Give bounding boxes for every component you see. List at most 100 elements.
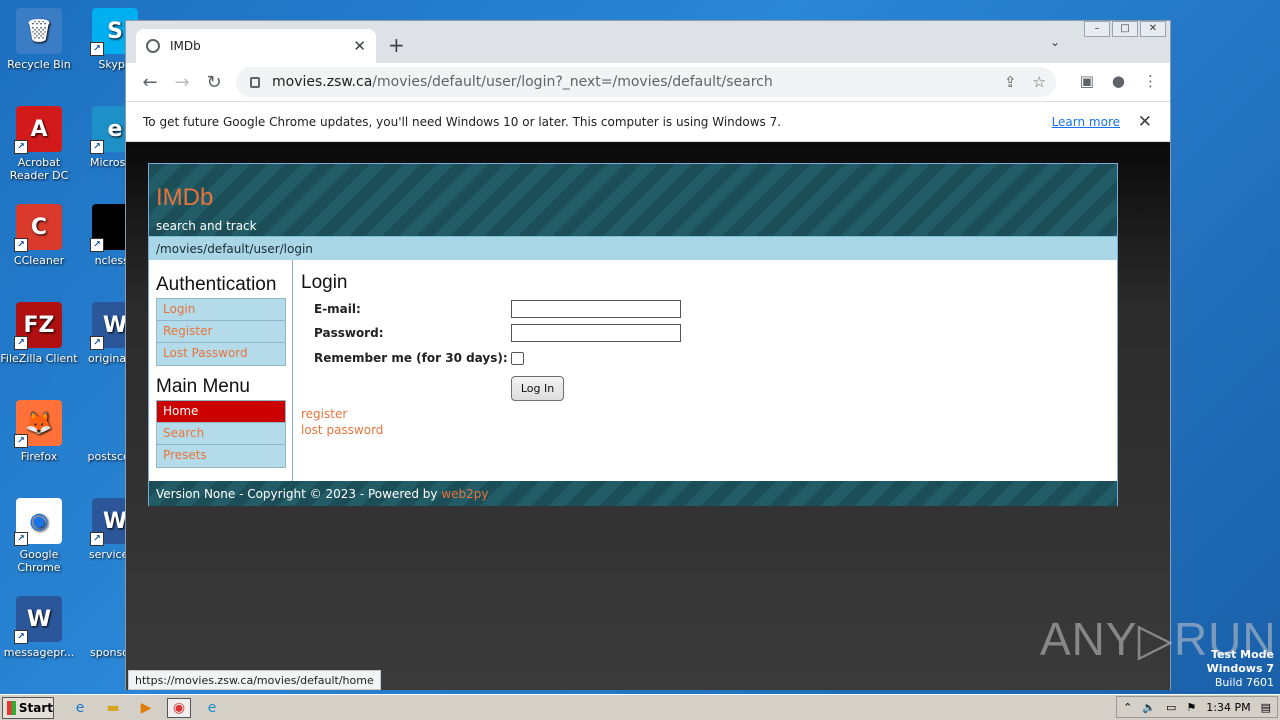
build-number: Build 7601 [1214,676,1274,689]
shortcut-arrow-icon: ↗ [90,42,104,56]
status-url: https://movies.zsw.ca/movies/default/hom… [128,670,381,690]
desktop-icon-label: Recycle Bin [7,58,71,71]
site-logo[interactable]: IMDb [156,184,213,212]
desktop-icon[interactable]: FZ ↗ FileZilla Client [0,302,78,365]
email-field[interactable] [511,300,681,318]
shortcut-arrow-icon: ↗ [14,532,28,546]
tab-close-icon[interactable]: ✕ [353,37,366,55]
page-title: Login [301,272,348,293]
clock[interactable]: 1:34 PM [1206,701,1250,714]
password-label: Password: [314,326,384,340]
page-viewport: IMDb search and track /movies/default/us… [126,142,1170,690]
ie-icon[interactable]: e [68,698,92,718]
menu-item-search[interactable]: Search [157,423,285,445]
learn-more-link[interactable]: Learn more [1052,115,1120,129]
share-icon[interactable]: ⇪ [1004,73,1017,91]
app-icon: A ↗ [14,106,62,154]
browser-window: IMDb ✕ + ⌄ – □ ✕ ← → ↻ movies.zsw.ca/mov… [125,20,1171,690]
desktop-icon[interactable]: 🗑 Recycle Bin [0,8,78,71]
password-field[interactable] [511,324,681,342]
desktop-icon-label: Firefox [20,450,58,463]
star-icon[interactable]: ☆ [1033,73,1046,91]
shortcut-arrow-icon: ↗ [14,336,28,350]
remember-checkbox[interactable] [511,351,524,365]
minimize-button[interactable]: – [1084,21,1110,37]
site-slogan: search and track [156,219,257,233]
start-button[interactable]: Start [2,696,54,719]
app-icon: ◉ ↗ [14,498,62,546]
url-host: movies.zsw.ca [272,74,373,90]
volume-icon[interactable]: 🔈 [1142,701,1156,714]
taskbar: Start e ▬ ▶ ◉ e ⌃ 🔈 ▭ ⚑ 1:34 PM ▤ [0,694,1280,720]
shortcut-arrow-icon: ↗ [90,238,104,252]
menu-item-register[interactable]: Register [157,321,285,343]
menu-item-home[interactable]: Home [157,401,285,423]
tab-imdb[interactable]: IMDb ✕ [136,29,376,63]
desktop-icon[interactable]: W ↗ messagepr... [0,596,78,659]
site-container: IMDb search and track /movies/default/us… [148,163,1118,506]
close-window-button[interactable]: ✕ [1140,21,1166,37]
register-link[interactable]: register [301,406,1109,422]
maximize-button[interactable]: □ [1112,21,1138,37]
explorer-icon[interactable]: ▬ [101,698,125,718]
infobar-close-icon[interactable]: ✕ [1138,112,1152,132]
globe-icon [146,39,160,53]
chrome-taskbar-icon[interactable]: ◉ [167,697,191,718]
shortcut-arrow-icon: ↗ [14,238,28,252]
tab-title: IMDb [170,39,201,53]
desktop-icon-label: messagepr... [3,646,75,659]
edge-icon[interactable]: e [200,698,224,718]
sidepanel-icon[interactable]: ▣ [1080,72,1094,90]
lock-icon [250,76,260,88]
app-icon: FZ ↗ [14,302,62,350]
desktop-icon[interactable]: A ↗ Acrobat Reader DC [0,106,78,182]
app-icon: C ↗ [14,204,62,252]
menu-item-presets[interactable]: Presets [157,445,285,467]
remember-label: Remember me (for 30 days): [314,351,508,365]
back-icon[interactable]: ← [134,72,166,93]
breadcrumb: /movies/default/user/login [149,236,1117,260]
sidebar: Authentication Login Register Lost Passw… [149,260,293,481]
app-icon: W ↗ [14,596,62,644]
update-infobar: To get future Google Chrome updates, you… [126,101,1170,142]
login-button[interactable]: Log In [511,376,564,401]
web2py-link[interactable]: web2py [441,487,488,501]
tab-strip: IMDb ✕ + ⌄ – □ ✕ [126,21,1170,63]
shortcut-arrow-icon: ↗ [90,532,104,546]
system-tray: ⌃ 🔈 ▭ ⚑ 1:34 PM ▤ [1116,696,1278,718]
tray-expand-icon[interactable]: ⌃ [1123,701,1132,714]
app-icon: 🦊 ↗ [14,400,62,448]
network-icon[interactable]: ▭ [1166,701,1176,714]
windows-version: Windows 7 [1206,662,1274,675]
desktop-icon[interactable]: 🦊 ↗ Firefox [0,400,78,463]
forward-icon[interactable]: → [166,72,198,93]
reload-icon[interactable]: ↻ [198,72,230,93]
menu-item-lost-password[interactable]: Lost Password [157,343,285,365]
site-footer: Version None - Copyright © 2023 - Powere… [149,481,1117,506]
desktop-icon-label: CCleaner [13,254,65,267]
shortcut-arrow-icon: ↗ [90,140,104,154]
app-icon: 🗑 [16,8,62,54]
content-area: Authentication Login Register Lost Passw… [149,260,1117,481]
desktop-icon[interactable]: ◉ ↗ Google Chrome [0,498,78,574]
menu-item-login[interactable]: Login [157,299,285,321]
browser-toolbar: ← → ↻ movies.zsw.ca/movies/default/user/… [126,63,1170,101]
test-mode-text: Test Mode [1211,648,1274,661]
show-desktop-icon[interactable]: ▤ [1261,701,1271,714]
chevron-down-icon[interactable]: ⌄ [1050,35,1060,49]
new-tab-button[interactable]: + [388,33,405,57]
menu-icon[interactable]: ⋮ [1143,72,1158,90]
lost-password-link[interactable]: lost password [301,422,1109,438]
desktop-icon[interactable]: C ↗ CCleaner [0,204,78,267]
login-panel: Login E-mail: Password: Remember me (for… [293,260,1117,481]
address-bar[interactable]: movies.zsw.ca/movies/default/user/login?… [236,67,1056,97]
profile-icon[interactable]: ● [1112,72,1125,90]
action-center-icon[interactable]: ⚑ [1186,701,1196,714]
desktop-icon-label: Google Chrome [17,548,61,574]
shortcut-arrow-icon: ↗ [14,140,28,154]
site-header: IMDb search and track [149,164,1117,236]
window-controls: – □ ✕ [1084,21,1166,37]
main-menu-heading: Main Menu [156,376,250,397]
shortcut-arrow-icon: ↗ [14,630,28,644]
media-player-icon[interactable]: ▶ [134,698,158,718]
